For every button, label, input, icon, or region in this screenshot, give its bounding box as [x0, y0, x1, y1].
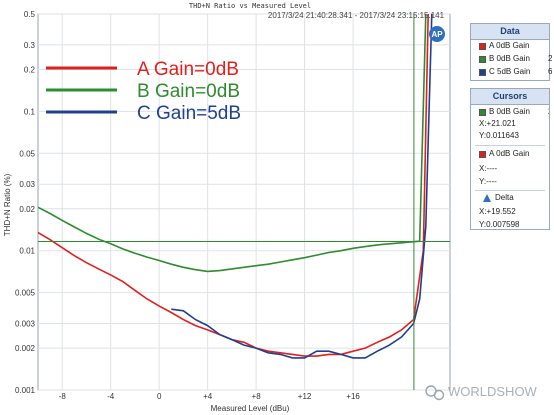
x-tick-label: +16 [346, 392, 360, 401]
y-tick-label: 0.002 [15, 344, 36, 353]
legend-label: A Gain=0dB [137, 59, 239, 80]
x-tick-label: -8 [59, 392, 67, 401]
x-tick-label: +8 [252, 392, 262, 401]
legend-label: C Gain=5dB [137, 103, 241, 124]
cursor2-y: Y:---- [479, 177, 497, 186]
y-tick-label: 0.5 [24, 10, 36, 19]
series-b-count: 2 [548, 54, 553, 63]
delta-divider [475, 190, 545, 191]
cursor1-y: Y:0.011643 [479, 131, 519, 140]
series-c-count: 6 [548, 67, 553, 76]
series-b-swatch [479, 56, 486, 63]
cursor2-swatch [479, 151, 486, 158]
series-c-label: C 5dB Gain [489, 67, 531, 76]
y-tick-label: 0.2 [24, 65, 36, 74]
data-panel-title: Data [471, 24, 549, 40]
series-b-label: B 0dB Gain [489, 54, 530, 63]
data-item-c[interactable]: C 5dB Gain 6 [471, 66, 553, 79]
x-tick-label: +12 [298, 392, 312, 401]
y-tick-label: 0.005 [15, 289, 36, 298]
chart-timestamp: 2017/3/24 21:40:28.341 - 2017/3/24 23:15… [268, 11, 445, 20]
y-tick-label: 0.003 [15, 320, 36, 329]
cursor2-item[interactable]: A 0dB Gain [471, 148, 549, 161]
delta-y: Y:0.007598 [479, 220, 520, 229]
cursors-panel: Cursors B 0dB Gain 2 X:+21.021 Y:0.01164… [470, 88, 550, 230]
svg-text:AP: AP [431, 30, 443, 39]
ap-logo-icon: AP [429, 26, 445, 42]
series-c-swatch [479, 69, 486, 76]
cursor2-label: A 0dB Gain [489, 149, 530, 158]
plot-area [37, 13, 451, 391]
y-tick-label: 0.001 [15, 386, 36, 395]
y-tick-label: 0.1 [24, 107, 36, 116]
delta-label: Delta [495, 193, 514, 202]
x-axis-label: Measured Level (dBu) [211, 404, 290, 413]
cursors-panel-title: Cursors [471, 89, 549, 105]
y-tick-label: 0.3 [24, 41, 36, 50]
cursor1-x: X:+21.021 [479, 119, 516, 128]
data-item-a[interactable]: A 0dB Gain [471, 40, 549, 53]
data-panel: Data A 0dB Gain B 0dB Gain 2 C 5dB Gain … [470, 23, 553, 81]
cursor1-item[interactable]: B 0dB Gain 2 [471, 106, 549, 119]
cursor1-count: 2 [548, 107, 549, 116]
delta-icon [483, 194, 491, 202]
y-tick-label: 0.05 [19, 149, 35, 158]
delta-x: X:+19.552 [479, 207, 516, 216]
x-tick-label: 0 [157, 392, 162, 401]
series-a-label: A 0dB Gain [489, 41, 530, 50]
watermark-text: WORLDSHOW [448, 384, 538, 399]
y-tick-label: 0.01 [19, 247, 35, 256]
cursor1-label: B 0dB Gain [489, 107, 530, 116]
y-axis-label: THD+N Ratio (%) [3, 173, 12, 236]
cursor2-x: X:---- [479, 164, 498, 173]
y-tick-label: 0.02 [19, 205, 35, 214]
x-tick-label: +4 [203, 392, 213, 401]
series-a-swatch [479, 43, 486, 50]
cursor1-swatch [479, 109, 486, 116]
legend-label: B Gain=0dB [137, 81, 240, 102]
y-tick-label: 0.03 [19, 180, 35, 189]
delta-item[interactable]: Delta [471, 193, 549, 204]
data-item-b[interactable]: B 0dB Gain 2 [471, 53, 553, 66]
cursor-divider [475, 145, 545, 146]
x-tick-label: -4 [107, 392, 115, 401]
chart-title: THD+N Ratio vs Measured Level [189, 2, 311, 10]
